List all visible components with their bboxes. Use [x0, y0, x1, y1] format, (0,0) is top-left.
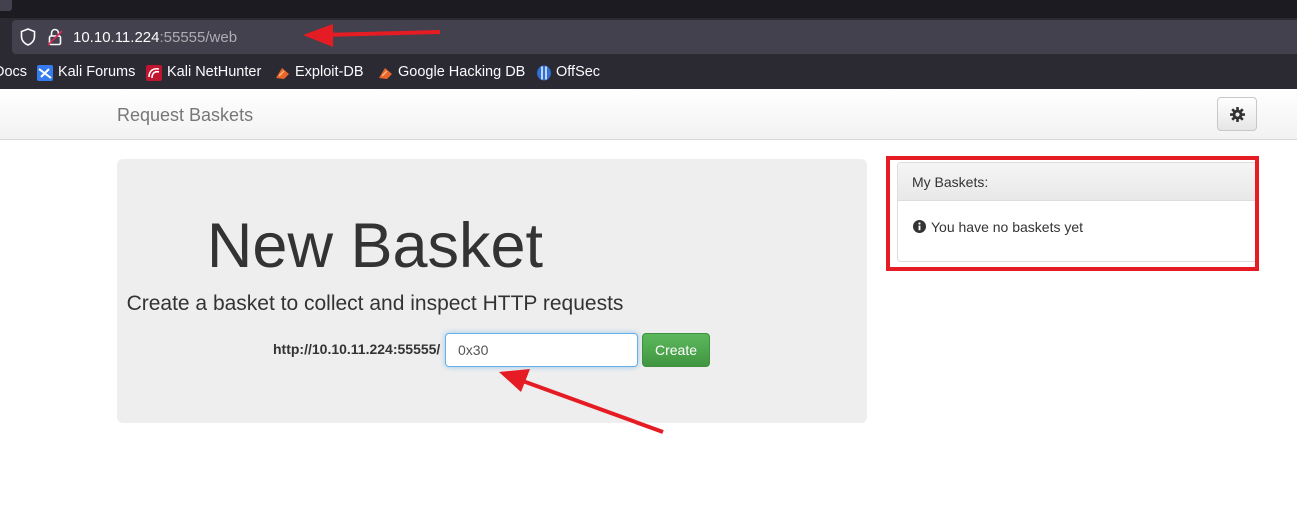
annotation-arrows [303, 24, 664, 434]
annotation-arrow-url [303, 24, 441, 47]
annotation-arrow-input [499, 369, 664, 434]
